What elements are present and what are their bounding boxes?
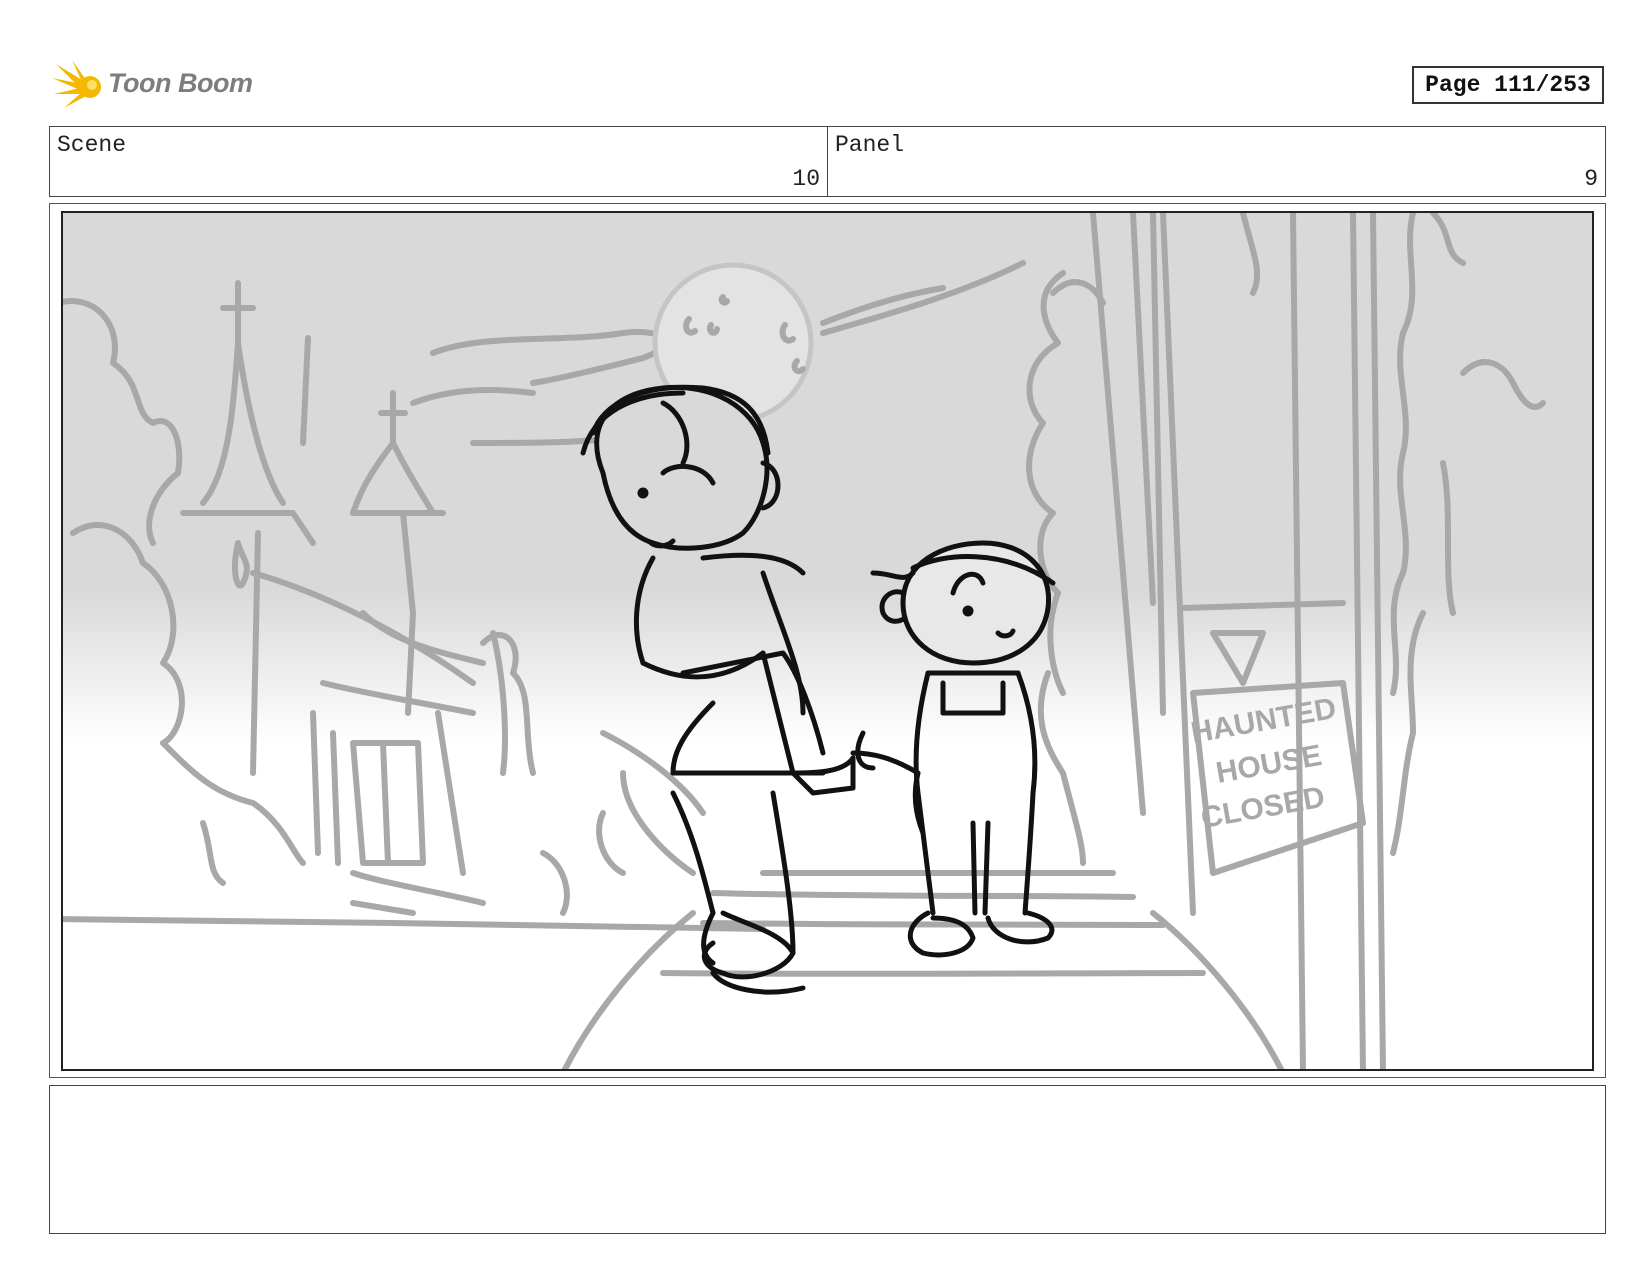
sign-line-3: CLOSED [1198,781,1327,835]
scene-label: Scene [57,132,127,158]
notes-box [49,1085,1606,1234]
logo-text: Toon Boom [108,68,253,98]
sketch-illustration: HAUNTED HOUSE CLOSED [63,213,1546,1069]
background-sketch [63,213,1546,1069]
scene-cell: Scene 10 [50,127,828,196]
haunted-house-sign: HAUNTED HOUSE CLOSED [1188,692,1338,835]
storyboard-drawing: HAUNTED HOUSE CLOSED [61,211,1594,1071]
scene-panel-table: Scene 10 Panel 9 [49,126,1606,197]
page-number: Page 111/253 [1412,66,1604,104]
toon-boom-logo: Toon Boom [52,58,262,114]
panel-label: Panel [835,132,905,158]
panel-cell: Panel 9 [828,127,1605,196]
panel-number: 9 [1584,166,1598,192]
starburst-icon [52,60,101,108]
scene-number: 10 [792,166,820,192]
characters-sketch [580,384,1056,995]
